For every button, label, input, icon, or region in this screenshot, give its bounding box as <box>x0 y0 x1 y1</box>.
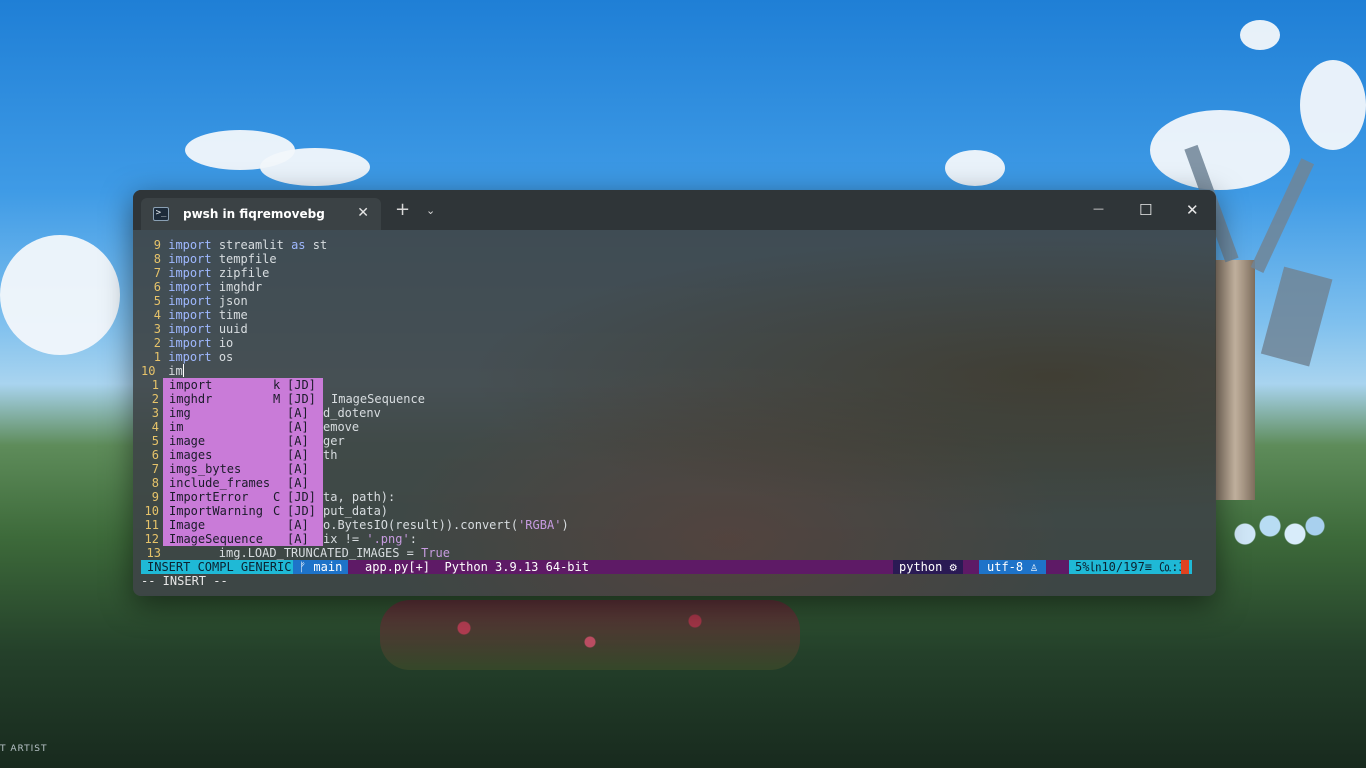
completion-item[interactable]: 7 imgs_bytes [A] <box>152 462 323 476</box>
title-bar: >_ pwsh in fiqremovebg ✕ + ⌄ — ☐ ✕ <box>133 190 1216 230</box>
code-line: o.BytesIO(result)).convert('RGBA') <box>323 518 569 532</box>
cloud <box>945 150 1005 186</box>
completion-item[interactable]: 1 import k [JD] <box>152 378 323 392</box>
code-line: 7 import zipfile <box>153 266 270 280</box>
code-line: 5 import json <box>153 294 248 308</box>
terminal-content[interactable]: 9 import streamlit as st 8 import tempfi… <box>141 238 1201 590</box>
tab-title: pwsh in fiqremovebg <box>183 207 325 221</box>
vim-statusline: INSERT COMPL GENERIC ᚠ main app.py[+] Py… <box>141 560 1192 574</box>
code-line: 3 import uuid <box>153 322 248 336</box>
cloud <box>0 235 120 355</box>
terminal-window: >_ pwsh in fiqremovebg ✕ + ⌄ — ☐ ✕ 9 imp… <box>133 190 1216 596</box>
text-cursor <box>182 364 184 377</box>
filetype: python ⚙ <box>893 560 963 574</box>
code-line: ImageSequence <box>331 392 425 406</box>
terminal-tab[interactable]: >_ pwsh in fiqremovebg ✕ <box>141 198 381 230</box>
mode-indicator: INSERT COMPL GENERIC <box>141 560 298 574</box>
code-line: 1 import os <box>153 350 234 364</box>
flower-field <box>380 600 800 670</box>
code-line: 13 img.LOAD_TRUNCATED_IMAGES = True <box>146 546 450 560</box>
cloud <box>1300 60 1366 150</box>
code-line: emove <box>323 420 360 434</box>
completion-item[interactable]: 3 img [A] <box>152 406 323 420</box>
powershell-icon: >_ <box>153 207 169 221</box>
maximize-button[interactable]: ☐ <box>1139 201 1152 219</box>
code-line: ta, path): <box>323 490 396 504</box>
completion-item[interactable]: 12 ImageSequence [A] <box>145 532 323 546</box>
git-branch: ᚠ main <box>293 560 349 574</box>
completion-item[interactable]: 9 ImportError C [JD] <box>152 490 323 504</box>
code-line: 9 import streamlit as st <box>153 238 328 252</box>
code-line: ger <box>323 434 345 448</box>
code-line: d_dotenv <box>323 406 381 420</box>
completion-item[interactable]: 11 Image [A] <box>145 518 323 532</box>
code-line: 2 import io <box>153 336 234 350</box>
minimize-button[interactable]: — <box>1093 202 1104 215</box>
code-line: 8 import tempfile <box>153 252 277 266</box>
cloud <box>260 148 370 186</box>
wallpaper-watermark: T ARTIST <box>0 744 48 754</box>
cursor-position: 5%㏑10/197≡ ㏇:3 <box>1069 560 1192 574</box>
crystal-spheres <box>1225 510 1325 550</box>
completion-item[interactable]: 8 include_frames [A] <box>152 476 323 490</box>
completion-item[interactable]: 6 images [A] <box>152 448 323 462</box>
encoding: utf-8 ♙ <box>979 560 1046 574</box>
completion-item[interactable]: 4 im [A] <box>152 420 323 434</box>
command-line[interactable]: -- INSERT -- <box>141 574 228 588</box>
code-line: put_data) <box>323 504 389 518</box>
file-info: app.py[+] Python 3.9.13 64-bit <box>365 560 589 574</box>
windmill-blade <box>1260 266 1333 367</box>
completion-item[interactable]: 5 image [A] <box>152 434 323 448</box>
cloud <box>1240 20 1280 50</box>
new-tab-button[interactable]: + <box>395 201 410 219</box>
code-line: ix != '.png': <box>323 532 417 546</box>
code-line: th <box>323 448 338 462</box>
statusline-end-marker <box>1181 560 1189 574</box>
cloud <box>1150 110 1290 190</box>
tab-close-icon[interactable]: ✕ <box>357 205 369 221</box>
tab-dropdown-chevron-icon[interactable]: ⌄ <box>426 204 435 217</box>
current-line[interactable]: 10 im <box>141 364 184 378</box>
completion-popup: 1 import k [JD] 2 imghdr M [JD] 3 img [A] 4 im [A]… <box>145 378 323 546</box>
code-line: 4 import time <box>153 308 248 322</box>
windmill <box>1215 260 1255 500</box>
completion-item[interactable]: 2 imghdr M [JD] <box>152 392 323 406</box>
completion-item[interactable]: 10 ImportWarning C [JD] <box>145 504 323 518</box>
code-line: 6 import imghdr <box>153 280 263 294</box>
close-window-button[interactable]: ✕ <box>1186 201 1199 219</box>
